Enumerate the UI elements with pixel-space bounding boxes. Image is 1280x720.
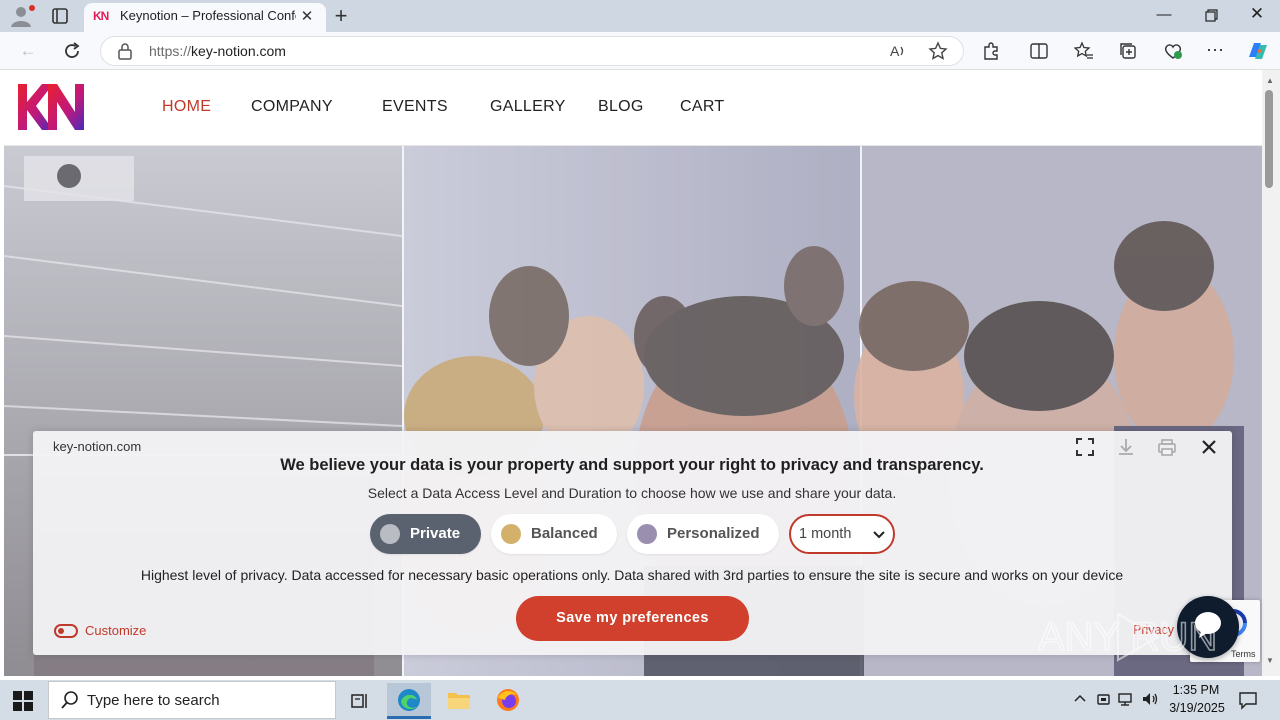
anyrun-watermark: ANY RUN [1038, 612, 1218, 662]
tray-chevron-up-icon[interactable] [1071, 690, 1089, 708]
print-icon[interactable] [1157, 437, 1177, 457]
customize-link[interactable]: Customize [85, 623, 165, 639]
tab-close-icon[interactable]: ✕ [298, 8, 316, 26]
new-tab-icon[interactable]: + [330, 5, 352, 27]
nav-home[interactable]: HOME [162, 98, 211, 118]
search-icon [61, 691, 78, 709]
back-arrow-icon[interactable]: ← [17, 40, 39, 62]
duration-value: 1 month [799, 526, 852, 542]
level-balanced-button[interactable]: Balanced [491, 514, 617, 554]
dialog-close-icon[interactable] [1199, 437, 1219, 457]
read-aloud-icon[interactable]: A [889, 42, 907, 60]
split-screen-icon[interactable] [1029, 41, 1049, 61]
nav-events[interactable]: EVENTS [382, 98, 448, 118]
customize-toggle-knob [58, 628, 64, 634]
browser-essentials-icon[interactable] [1162, 41, 1184, 61]
level-private-dot [380, 524, 400, 544]
taskbar-explorer-button[interactable] [437, 683, 481, 719]
collections-icon[interactable] [1118, 41, 1138, 61]
level-private-button[interactable]: Private [370, 514, 481, 554]
tray-network-icon[interactable] [1117, 690, 1135, 708]
reload-icon[interactable] [61, 40, 83, 62]
firefox-icon [497, 689, 519, 711]
task-view-button[interactable] [338, 683, 382, 719]
tray-security-icon[interactable] [1095, 690, 1113, 708]
save-preferences-button[interactable]: Save my preferences [516, 596, 749, 641]
window-restore-icon[interactable] [1197, 6, 1225, 26]
site-header: KN HOME COMPANY EVENTS GALLERY BLOG CART [4, 70, 1262, 146]
windows-start-icon[interactable] [12, 690, 34, 712]
tab-actions-icon[interactable] [47, 4, 73, 28]
level-balanced-label: Balanced [531, 525, 598, 542]
lock-icon[interactable] [117, 42, 133, 60]
nav-blog[interactable]: BLOG [598, 98, 644, 118]
window-close-icon[interactable]: ✕ [1243, 4, 1271, 26]
scrollbar-thumb[interactable] [1265, 90, 1273, 188]
consent-subheading: Select a Data Access Level and Duration … [367, 485, 897, 501]
scroll-up-icon[interactable]: ▲ [1264, 76, 1276, 86]
tab-title: Keynotion – Professional Confere [120, 8, 296, 23]
copilot-icon[interactable] [1245, 39, 1271, 63]
url-protocol: https:// [149, 43, 192, 59]
taskbar-edge-button[interactable] [387, 683, 431, 719]
tray-volume-icon[interactable] [1141, 690, 1159, 708]
consent-domain: key-notion.com [53, 439, 142, 454]
svg-text:A: A [890, 43, 900, 59]
chevron-down-icon[interactable] [870, 525, 888, 543]
notification-icon[interactable] [1238, 690, 1258, 710]
nav-gallery[interactable]: GALLERY [490, 98, 566, 118]
watermark-text: ANY RUN [1038, 615, 1217, 659]
nav-company[interactable]: COMPANY [251, 98, 333, 118]
favorite-star-icon[interactable] [928, 41, 948, 61]
download-icon[interactable] [1116, 437, 1136, 457]
folder-icon [448, 693, 470, 709]
site-logo[interactable]: KN [18, 84, 84, 130]
task-view-icon [351, 694, 367, 708]
level-private-label: Private [410, 525, 461, 542]
fullscreen-icon[interactable] [1075, 437, 1095, 457]
level-personalized-dot [637, 524, 657, 544]
level-balanced-dot [501, 524, 521, 544]
edge-icon [398, 689, 420, 711]
url-domain: key-notion.com [191, 43, 286, 59]
taskbar-search-placeholder: Type here to search [87, 692, 220, 709]
window-minimize-icon[interactable]: — [1150, 6, 1178, 26]
taskbar-clock-time[interactable]: 1:35 PM [1170, 683, 1222, 699]
scroll-down-icon[interactable]: ▼ [1264, 656, 1276, 668]
taskbar-clock-date[interactable]: 3/19/2025 [1166, 701, 1228, 717]
tab-favicon-icon: KN [93, 9, 109, 23]
nav-cart[interactable]: CART [680, 98, 724, 118]
profile-notification-dot [29, 5, 35, 11]
more-menu-icon[interactable]: ⋯ [1204, 40, 1226, 62]
favorites-icon[interactable] [1074, 41, 1094, 61]
level-personalized-button[interactable]: Personalized [627, 514, 779, 554]
consent-heading: We believe your data is your property an… [280, 456, 984, 474]
taskbar-firefox-button[interactable] [486, 683, 530, 719]
extensions-icon[interactable] [981, 41, 1001, 61]
url-text[interactable]: https://key-notion.com [149, 43, 549, 59]
consent-description: Highest level of privacy. Data accessed … [140, 567, 1124, 583]
level-personalized-label: Personalized [667, 525, 760, 542]
